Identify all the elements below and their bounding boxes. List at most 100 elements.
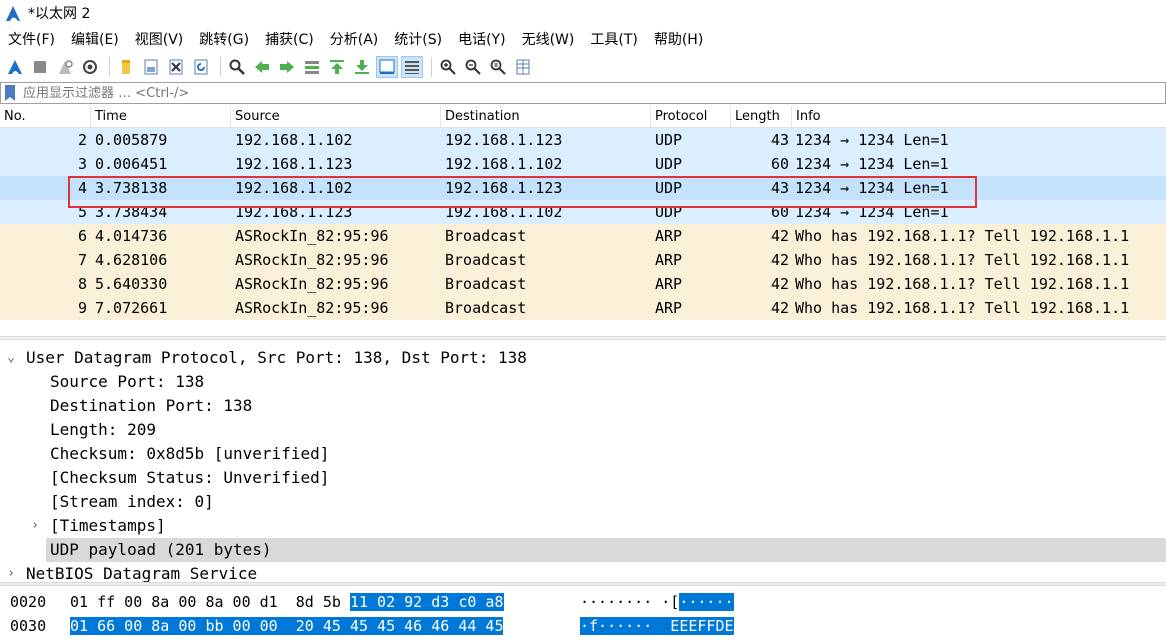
cell-info: Who has 192.168.1.1? Tell 192.168.1.1 — [795, 227, 1130, 245]
open-file-button[interactable] — [115, 56, 137, 78]
detail-tree-item[interactable]: Source Port: 138 — [0, 370, 1166, 394]
capture-options-button[interactable] — [79, 56, 101, 78]
detail-tree-item[interactable]: Length: 209 — [0, 418, 1166, 442]
menu-item-2[interactable]: 视图(V) — [127, 28, 192, 52]
close-file-button[interactable] — [165, 56, 187, 78]
pane-splitter[interactable] — [0, 582, 1166, 586]
start-capture-button[interactable] — [4, 56, 26, 78]
column-header-destination[interactable]: Destination — [441, 106, 651, 128]
packet-row[interactable]: 3 0.006451 192.168.1.123 192.168.1.102 UDP 60… — [0, 152, 1166, 176]
colorize-button[interactable] — [401, 56, 423, 78]
reload-file-button[interactable] — [190, 56, 212, 78]
packet-row[interactable]: 5 3.738434 192.168.1.123 192.168.1.102 UDP 60… — [0, 200, 1166, 224]
go-to-packet-button[interactable] — [301, 56, 323, 78]
go-last-button[interactable] — [351, 56, 373, 78]
column-header-source[interactable]: Source — [231, 106, 441, 128]
save-file-button[interactable] — [140, 56, 162, 78]
cell-source: ASRockIn_82:95:96 — [235, 227, 389, 245]
detail-tree-label: User Datagram Protocol, Src Port: 138, D… — [26, 348, 527, 367]
column-header-protocol[interactable]: Protocol — [651, 106, 731, 128]
zoom-normal-button[interactable] — [487, 56, 509, 78]
auto-scroll-button[interactable] — [376, 56, 398, 78]
packet-row[interactable]: 9 7.072661 ASRockIn_82:95:96 Broadcast ARP 42… — [0, 296, 1166, 320]
detail-tree-item[interactable]: Checksum: 0x8d5b [unverified] — [0, 442, 1166, 466]
stop-capture-button[interactable] — [29, 56, 51, 78]
go-first-button[interactable] — [326, 56, 348, 78]
restart-capture-icon — [59, 60, 73, 74]
menu-item-6[interactable]: 统计(S) — [386, 28, 450, 52]
menu-item-5[interactable]: 分析(A) — [322, 28, 387, 52]
menu-item-3[interactable]: 跳转(G) — [191, 28, 257, 52]
go-back-button[interactable] — [251, 56, 273, 78]
cell-length: 42 — [770, 299, 789, 317]
pane-splitter[interactable] — [0, 336, 1166, 340]
column-header-length[interactable]: Length — [731, 106, 792, 128]
cell-time: 5.640330 — [95, 275, 168, 293]
detail-tree-item[interactable]: [Stream index: 0] — [0, 490, 1166, 514]
detail-tree-item[interactable]: [Checksum Status: Unverified] — [0, 466, 1166, 490]
hex-ascii-plain: ········ ·[ — [580, 593, 680, 611]
menu-item-10[interactable]: 帮助(H) — [646, 28, 711, 52]
column-header-no[interactable]: No. — [0, 106, 91, 128]
display-filter-bar — [0, 82, 1166, 104]
save-file-icon — [144, 59, 158, 75]
colorize-icon — [405, 61, 419, 74]
hex-row[interactable]: 0030 01 66 00 8a 00 bb 00 00 20 45 45 45 … — [0, 614, 1166, 638]
hex-bytes-highlighted: 01 66 00 8a 00 bb 00 00 20 45 45 45 46 4… — [70, 617, 504, 635]
display-filter-input[interactable] — [23, 85, 1123, 101]
go-forward-button[interactable] — [276, 56, 298, 78]
cell-time: 4.628106 — [95, 251, 168, 269]
detail-tree-label: Source Port: 138 — [50, 372, 205, 391]
cell-protocol: UDP — [655, 131, 683, 149]
menu-item-9[interactable]: 工具(T) — [582, 28, 645, 52]
zoom-in-button[interactable] — [437, 56, 459, 78]
hex-ascii: ········ ·[······ — [580, 590, 734, 614]
go-back-icon — [255, 61, 269, 73]
zoom-normal-icon — [490, 59, 506, 75]
cell-destination: 192.168.1.123 — [445, 179, 563, 197]
packet-row[interactable]: 4 3.738138 192.168.1.102 192.168.1.123 UDP 43… — [0, 176, 1166, 200]
packet-row[interactable]: 8 5.640330 ASRockIn_82:95:96 Broadcast ARP 42… — [0, 272, 1166, 296]
go-last-icon — [355, 60, 369, 74]
hex-row[interactable]: 0020 01 ff 00 8a 00 8a 00 d1 8d 5b 11 02 … — [0, 590, 1166, 614]
detail-tree-item[interactable]: ⌄ User Datagram Protocol, Src Port: 138, … — [0, 346, 1166, 370]
menu-item-8[interactable]: 无线(W) — [514, 28, 583, 52]
detail-tree-item[interactable]: Destination Port: 138 — [0, 394, 1166, 418]
hex-ascii-highlighted: ······ — [679, 593, 734, 611]
cell-time: 7.072661 — [95, 299, 168, 317]
toolbar-separator — [109, 57, 110, 77]
detail-tree-item[interactable]: › NetBIOS Datagram Service — [0, 562, 1166, 582]
column-header-info[interactable]: Info — [792, 106, 1166, 128]
start-capture-icon — [8, 60, 22, 74]
cell-no: 5 — [77, 203, 87, 221]
packet-row[interactable]: 7 4.628106 ASRockIn_82:95:96 Broadcast ARP 42… — [0, 248, 1166, 272]
resize-columns-button[interactable] — [512, 56, 534, 78]
packet-row[interactable]: 2 0.005879 192.168.1.102 192.168.1.123 UDP 43… — [0, 128, 1166, 152]
menu-item-1[interactable]: 编辑(E) — [63, 28, 127, 52]
find-packet-button[interactable] — [226, 56, 248, 78]
packet-row[interactable]: 6 4.014736 ASRockIn_82:95:96 Broadcast ARP 42… — [0, 224, 1166, 248]
find-packet-icon — [229, 59, 245, 75]
chevron-down-icon[interactable]: ⌄ — [4, 346, 18, 370]
cell-no: 8 — [77, 275, 87, 293]
hex-ascii: ·f······ EEEFFDE — [580, 614, 734, 638]
zoom-out-button[interactable] — [462, 56, 484, 78]
reload-file-icon — [194, 59, 208, 75]
detail-tree-item[interactable]: UDP payload (201 bytes) — [46, 538, 1166, 562]
chevron-right-icon[interactable]: › — [4, 562, 18, 582]
menu-bar: 文件(F) 编辑(E) 视图(V) 跳转(G) 捕获(C) 分析(A) 统计(S) 电话(Y)… — [0, 28, 711, 52]
filter-bookmark-icon[interactable] — [3, 84, 17, 102]
chevron-right-icon[interactable]: › — [28, 514, 42, 538]
open-file-icon — [122, 60, 130, 74]
cell-source: ASRockIn_82:95:96 — [235, 275, 389, 293]
menu-item-7[interactable]: 电话(Y) — [450, 28, 513, 52]
cell-destination: Broadcast — [445, 299, 527, 317]
cell-length: 43 — [770, 131, 789, 149]
menu-item-4[interactable]: 捕获(C) — [257, 28, 322, 52]
zoom-out-icon — [465, 59, 481, 75]
detail-tree-item[interactable]: › [Timestamps] — [0, 514, 1166, 538]
packet-list: No. Time Source Destination Protocol Len… — [0, 106, 1166, 322]
restart-capture-button[interactable] — [54, 56, 76, 78]
column-header-time[interactable]: Time — [91, 106, 231, 128]
menu-item-0[interactable]: 文件(F) — [0, 28, 63, 52]
